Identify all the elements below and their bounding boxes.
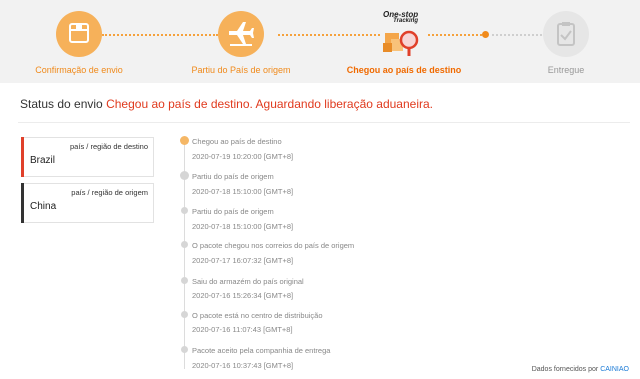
step-arrived-destination: One-stop Tracking Chegou ao país de dest… — [339, 11, 469, 76]
data-source-credit: Dados fornecidos por CAINIAO — [532, 366, 629, 373]
step-label: Confirmação de envio — [35, 65, 123, 75]
card-role-label: país / região de destino — [70, 142, 148, 151]
step-delivered: Entregue — [501, 11, 631, 75]
card-country: Brazil — [30, 155, 56, 166]
step-label: Entregue — [547, 65, 585, 75]
package-icon — [69, 23, 89, 43]
airplane-icon — [180, 171, 189, 180]
timeline-node — [181, 277, 188, 284]
timeline-event: Partiu do país de origem — [192, 207, 274, 216]
step-label: Partiu do País de origem — [191, 65, 291, 75]
step-departed-origin: Partiu do País de origem — [176, 11, 306, 75]
timeline-time: 2020-07-16 11:07:43 [GMT+8] — [192, 325, 293, 334]
timeline-event: Partiu do país de origem — [192, 172, 274, 181]
step-circle — [56, 11, 102, 57]
card-accent-bar — [21, 183, 24, 223]
step-shipping-confirmed: Confirmação de envio — [14, 11, 144, 75]
divider — [18, 122, 630, 123]
shipment-progress-bar: Confirmação de envio Partiu do País de o… — [0, 0, 640, 83]
timeline-node — [181, 241, 188, 248]
status-prefix: Status do envio — [20, 97, 103, 111]
timeline-time: 2020-07-19 10:20:00 [GMT+8] — [192, 152, 294, 161]
timeline-node — [181, 346, 188, 353]
timeline-event: Pacote aceito pela companhia de entrega — [192, 346, 331, 355]
destination-country-card: país / região de destino Brazil — [21, 137, 154, 177]
one-stop-tracking-icon: One-stop Tracking — [379, 11, 425, 59]
card-country: China — [30, 201, 57, 212]
clipboard-check-icon — [557, 22, 575, 46]
timeline-time: 2020-07-17 16:07:32 [GMT+8] — [192, 256, 294, 265]
step-label-current: Chegou ao país de destino — [346, 65, 462, 75]
step-circle — [218, 11, 264, 57]
parcel-magnifier-icon — [383, 30, 419, 56]
timeline-event: Chegou ao país de destino — [192, 137, 282, 146]
cainiao-link[interactable]: CAINIAO — [600, 366, 629, 373]
timeline-event: O pacote está no centro de distribuição — [192, 311, 323, 320]
airplane-icon — [229, 22, 254, 46]
card-accent-bar — [21, 137, 24, 177]
warehouse-icon — [180, 136, 189, 145]
timeline-node — [181, 311, 188, 318]
timeline-time: 2020-07-18 15:10:00 [GMT+8] — [192, 187, 294, 196]
timeline-event: O pacote chegou nos correios do país de … — [192, 241, 355, 250]
timeline-time: 2020-07-18 15:10:00 [GMT+8] — [192, 222, 294, 231]
timeline-time: 2020-07-16 10:37:43 [GMT+8] — [192, 361, 294, 370]
card-role-label: país / região de origem — [71, 188, 148, 197]
origin-country-card: país / região de origem China — [21, 183, 154, 223]
progress-marker-dot — [482, 31, 489, 38]
timeline-time: 2020-07-16 15:26:34 [GMT+8] — [192, 291, 294, 300]
status-value: Chegou ao país de destino. Aguardando li… — [106, 97, 433, 111]
step-circle-pending — [543, 11, 589, 57]
timeline-node — [181, 207, 188, 214]
timeline-event: Saiu do armazém do país original — [192, 277, 304, 286]
credit-text: Dados fornecidos por — [531, 366, 599, 373]
shipment-status: Status do envio Chegou ao país de destin… — [20, 97, 433, 111]
